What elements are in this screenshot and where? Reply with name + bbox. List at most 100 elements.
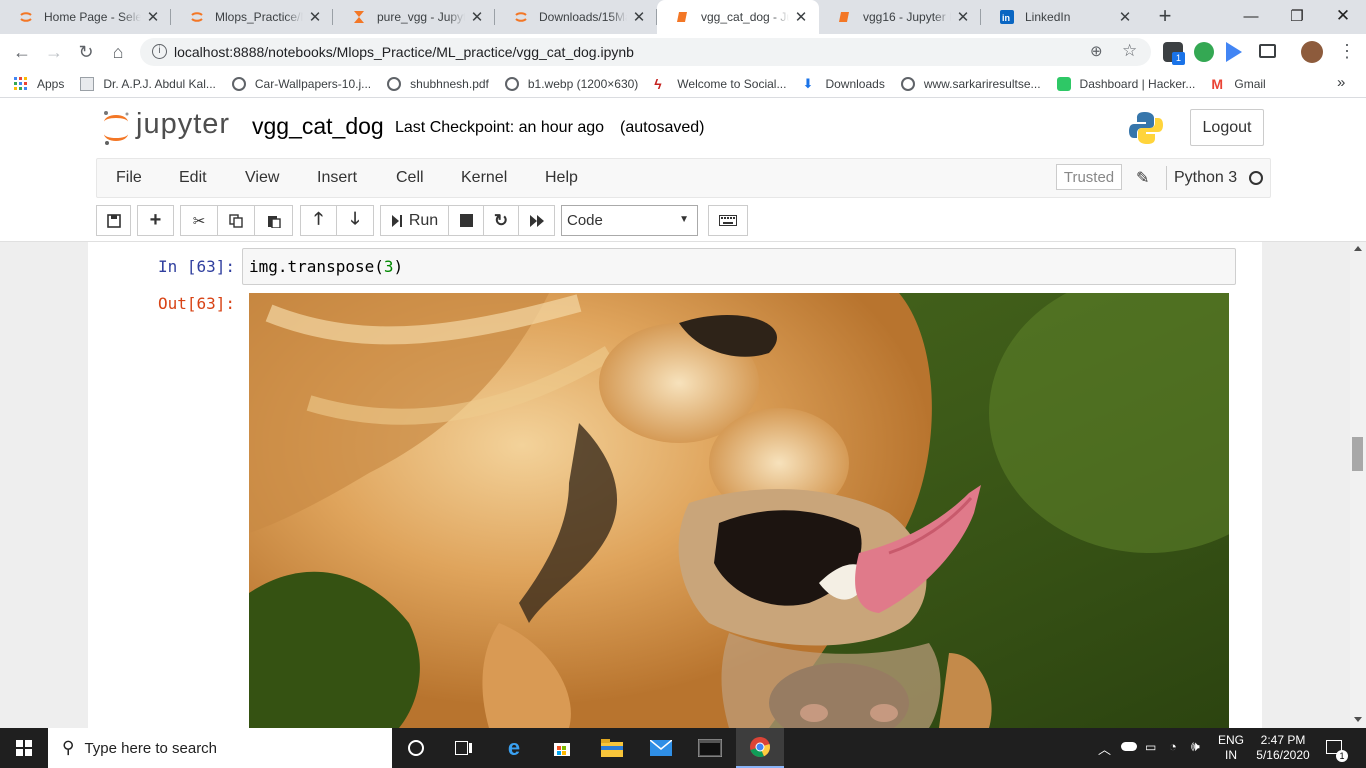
close-icon[interactable]: ✕ (307, 8, 323, 26)
file-explorer-icon[interactable] (588, 728, 636, 768)
bookmark-item[interactable]: Car-Wallpapers-10.j... (231, 76, 371, 91)
cortana-icon[interactable] (392, 728, 440, 768)
input-language[interactable]: ENG IN (1216, 733, 1246, 763)
notebook-name[interactable]: vgg_cat_dog (252, 113, 384, 140)
window-close-icon[interactable]: ✕ (1320, 0, 1366, 32)
scroll-up-icon[interactable] (1354, 246, 1362, 251)
bookmark-item[interactable]: ⬇ Downloads (802, 76, 884, 91)
close-icon[interactable]: ✕ (631, 8, 647, 26)
zoom-icon[interactable]: ⊕ (1090, 42, 1103, 60)
reload-icon[interactable]: ↻ (72, 38, 100, 66)
show-hidden-icons[interactable]: ︿ (1098, 739, 1111, 758)
scissors-icon: ✂ (192, 212, 206, 230)
info-icon[interactable]: i (152, 44, 167, 59)
edit-pencil-icon[interactable]: ✎ (1136, 168, 1149, 188)
close-icon[interactable]: ✕ (1117, 8, 1133, 26)
menu-cell[interactable]: Cell (396, 169, 424, 187)
paste-button[interactable] (254, 205, 293, 236)
browser-tab[interactable]: vgg16 - Jupyter Notebook ✕ (819, 0, 981, 34)
jupyter-logo-text[interactable]: jupyter (136, 108, 230, 141)
start-button[interactable] (0, 728, 48, 768)
code-text[interactable]: img.transpose(3) (249, 257, 403, 276)
bookmark-apps[interactable]: Apps (14, 76, 64, 91)
kernel-name[interactable]: Python 3 (1174, 169, 1237, 187)
forward-icon[interactable]: → (40, 38, 68, 66)
restart-run-all-button[interactable] (518, 205, 555, 236)
restore-icon[interactable]: ❐ (1274, 0, 1320, 32)
browser-menu-icon[interactable]: ⋮ (1338, 41, 1356, 62)
bookmark-item[interactable]: M Gmail (1211, 77, 1265, 91)
menu-help[interactable]: Help (545, 169, 578, 187)
onedrive-icon[interactable] (1121, 742, 1137, 751)
address-bar[interactable]: i localhost:8888/notebooks/Mlops_Practic… (140, 38, 1151, 66)
terminal-icon[interactable] (686, 728, 734, 768)
menu-kernel[interactable]: Kernel (461, 169, 507, 187)
vertical-scrollbar[interactable] (1350, 242, 1366, 728)
more-bookmarks-icon[interactable]: » (1337, 74, 1345, 91)
chrome-taskbar-icon[interactable] (736, 728, 784, 768)
input-prompt: In [63]: (158, 257, 236, 276)
close-icon[interactable]: ✕ (145, 8, 161, 26)
browser-tab[interactable]: Home Page - Selenium ✕ (0, 0, 171, 34)
logout-button[interactable]: Logout (1190, 109, 1264, 146)
taskbar-search[interactable]: ⚲ Type here to search (48, 728, 392, 768)
menu-edit[interactable]: Edit (179, 169, 207, 187)
code-number: 3 (383, 257, 394, 276)
bookmark-star-icon[interactable]: ☆ (1122, 41, 1137, 61)
menu-view[interactable]: View (245, 169, 279, 187)
network-adapter-icon[interactable]: ▭ (1145, 740, 1156, 754)
bookmark-item[interactable]: www.sarkariresultse... (900, 76, 1041, 91)
save-button[interactable] (96, 205, 131, 236)
profile-avatar[interactable] (1301, 41, 1323, 63)
menu-insert[interactable]: Insert (317, 169, 357, 187)
menu-file[interactable]: File (116, 169, 142, 187)
scrollbar-thumb[interactable] (1352, 437, 1363, 471)
run-button[interactable]: Run (380, 205, 449, 236)
gmail-icon: M (1211, 75, 1224, 92)
close-icon[interactable]: ✕ (469, 8, 485, 26)
social-icon: ϟ (654, 75, 662, 92)
cell-type-select[interactable]: Code ▼ (561, 205, 698, 236)
insert-cell-button[interactable]: + (137, 205, 174, 236)
home-icon[interactable]: ⌂ (104, 38, 132, 66)
jupyter-logo-icon[interactable] (100, 108, 132, 148)
scroll-down-icon[interactable] (1354, 717, 1362, 722)
close-icon[interactable]: ✕ (955, 8, 971, 26)
edge-icon[interactable]: e (490, 728, 538, 768)
cut-button[interactable]: ✂ (180, 205, 218, 236)
bookmark-item[interactable]: b1.webp (1200×630) (504, 76, 638, 91)
task-view-icon[interactable] (440, 728, 488, 768)
back-icon[interactable]: ← (8, 38, 36, 66)
move-up-button[interactable]: 🡑 (300, 205, 337, 236)
play-extension-icon[interactable] (1226, 42, 1242, 62)
close-icon[interactable]: ✕ (793, 8, 809, 26)
minimize-icon[interactable]: — (1228, 0, 1274, 32)
chrome-icon (750, 737, 770, 758)
move-down-button[interactable]: 🡓 (336, 205, 374, 236)
browser-tab-active[interactable]: vgg_cat_dog - Jupyter Notebook ✕ (657, 0, 819, 34)
windows-logo-icon (16, 740, 32, 756)
clock[interactable]: 2:47 PM 5/16/2020 (1250, 733, 1316, 763)
trusted-indicator[interactable]: Trusted (1056, 164, 1122, 190)
volume-icon[interactable]: 🕪 (1191, 738, 1200, 755)
copy-button[interactable] (217, 205, 255, 236)
wifi-icon[interactable]: ◔ (1169, 739, 1177, 754)
picture-in-picture-icon[interactable] (1259, 44, 1276, 58)
bookmark-item[interactable]: ϟ Welcome to Social... (654, 77, 786, 91)
command-palette-button[interactable] (708, 205, 748, 236)
bookmark-label: Gmail (1234, 76, 1266, 91)
restart-button[interactable]: ↻ (483, 205, 519, 236)
interrupt-button[interactable] (448, 205, 484, 236)
bookmark-label: Dashboard | Hacker... (1079, 76, 1196, 91)
mail-icon[interactable] (637, 728, 685, 768)
bookmark-item[interactable]: shubhnesh.pdf (387, 76, 489, 91)
browser-tab[interactable]: Downloads/15May ✕ (495, 0, 657, 34)
store-icon[interactable] (538, 728, 586, 768)
idm-extension-icon[interactable] (1194, 42, 1214, 62)
browser-tab[interactable]: Mlops_Practice/ML_practice ✕ (171, 0, 333, 34)
new-tab-button[interactable]: + (1152, 4, 1178, 30)
bookmark-item[interactable]: Dashboard | Hacker... (1056, 76, 1196, 91)
browser-tab[interactable]: pure_vgg - Jupyter Notebook ✕ (333, 0, 495, 34)
browser-tab[interactable]: in LinkedIn ✕ (981, 0, 1143, 34)
bookmark-item[interactable]: Dr. A.P.J. Abdul Kal... (80, 76, 216, 91)
